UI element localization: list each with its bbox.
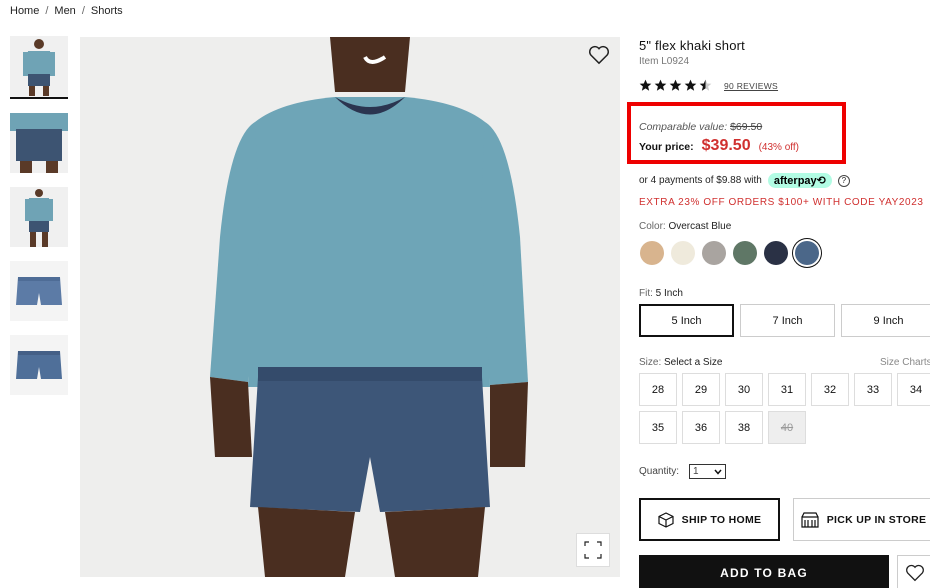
promo-banner: EXTRA 23% OFF ORDERS $100+ WITH CODE YAY… [639, 197, 924, 208]
color-swatch-green[interactable] [733, 241, 757, 265]
star-icon [639, 79, 652, 91]
size-option[interactable]: 31 [768, 373, 806, 406]
add-to-bag-button[interactable]: ADD TO BAG [639, 555, 889, 588]
size-option[interactable]: 30 [725, 373, 763, 406]
thumbnail-list [10, 36, 70, 409]
breadcrumb-men[interactable]: Men [54, 5, 75, 17]
ship-to-home-label: SHIP TO HOME [681, 513, 762, 526]
breadcrumb-separator: / [81, 5, 85, 17]
heart-icon [906, 564, 924, 582]
size-label-text: Size: [639, 357, 662, 368]
thumbnail-image [10, 187, 68, 247]
thumbnail-image [10, 36, 68, 96]
star-icon [654, 79, 667, 91]
fit-label: Fit: 5 Inch [639, 288, 683, 299]
breadcrumb-separator: / [45, 5, 49, 17]
fit-option-7-inch[interactable]: 7 Inch [740, 304, 835, 337]
size-selected: Select a Size [664, 357, 723, 368]
thumbnail-4[interactable] [10, 261, 68, 321]
ship-to-home-button[interactable]: SHIP TO HOME [639, 498, 780, 541]
size-option[interactable]: 33 [854, 373, 892, 406]
discount-percent: (43% off) [758, 142, 799, 153]
color-label: Color: Overcast Blue [639, 221, 731, 232]
fit-option-5-inch[interactable]: 5 Inch [639, 304, 734, 337]
color-swatch-cream[interactable] [671, 241, 695, 265]
color-swatch-overcast-blue[interactable] [795, 241, 819, 265]
breadcrumb-home[interactable]: Home [10, 5, 39, 17]
pick-up-in-store-label: PICK UP IN STORE [826, 513, 927, 526]
heart-icon[interactable] [588, 45, 610, 65]
color-swatch-tan[interactable] [640, 241, 664, 265]
fit-option-9-inch[interactable]: 9 Inch [841, 304, 930, 337]
comparable-value: Comparable value: $69.50 [639, 121, 762, 133]
afterpay-row: or 4 payments of $9.88 with afterpay⟲ ? [639, 173, 850, 188]
size-options: 28 29 30 31 32 33 34 35 36 38 40 [639, 373, 930, 444]
fit-label-text: Fit: [639, 288, 653, 299]
afterpay-text: or 4 payments of $9.88 with [639, 175, 762, 186]
color-label-text: Color: [639, 221, 666, 232]
main-product-image [80, 37, 620, 577]
size-option[interactable]: 38 [725, 411, 763, 444]
item-number: Item L0924 [639, 56, 690, 67]
size-chart-link[interactable]: Size Charts [880, 357, 930, 368]
breadcrumb-shorts[interactable]: Shorts [91, 5, 123, 17]
store-icon [801, 511, 819, 528]
star-icon [684, 79, 697, 91]
size-option[interactable]: 35 [639, 411, 677, 444]
your-price-value: $39.50 [701, 137, 751, 154]
fit-options: 5 Inch 7 Inch 9 Inch [639, 304, 930, 337]
size-option[interactable]: 36 [682, 411, 720, 444]
color-swatch-navy[interactable] [764, 241, 788, 265]
fit-selected: 5 Inch [655, 288, 683, 299]
thumbnail-image [10, 261, 68, 321]
star-icon [669, 79, 682, 91]
pick-up-in-store-button[interactable]: PICK UP IN STORE [793, 498, 930, 541]
thumbnail-2[interactable] [10, 113, 68, 173]
your-price-label: Your price: [639, 141, 694, 153]
color-swatches [640, 241, 819, 265]
chevron-down-icon [714, 469, 722, 475]
reviews-link[interactable]: 90 REVIEWS [724, 81, 778, 91]
thumbnail-image [10, 113, 68, 173]
half-star-icon [699, 79, 712, 91]
quantity-label: Quantity: [639, 466, 680, 477]
wishlist-button[interactable] [897, 555, 930, 588]
quantity-value: 1 [693, 466, 699, 477]
size-option[interactable]: 29 [682, 373, 720, 406]
quantity-row: Quantity: 1 [639, 464, 727, 479]
breadcrumb: Home / Men / Shorts [10, 5, 123, 17]
size-option-unavailable[interactable]: 40 [768, 411, 806, 444]
thumbnail-5[interactable] [10, 335, 68, 395]
fulfillment-options: SHIP TO HOME PICK UP IN STORE [639, 498, 930, 541]
rating: 90 REVIEWS [639, 79, 930, 92]
product-photo [80, 37, 620, 577]
comparable-label: Comparable value: [639, 121, 728, 133]
your-price: Your price: $39.50 (43% off) [639, 137, 799, 155]
size-label: Size: Select a Size [639, 357, 722, 368]
product-info: 5" flex khaki short Item L0924 90 REVIEW… [639, 38, 930, 92]
help-icon[interactable]: ? [837, 174, 850, 187]
size-option[interactable]: 34 [897, 373, 930, 406]
box-icon [658, 511, 674, 528]
thumbnail-3[interactable] [10, 187, 68, 247]
quantity-select[interactable]: 1 [689, 464, 727, 479]
thumbnail-1[interactable] [10, 36, 68, 99]
size-option[interactable]: 32 [811, 373, 849, 406]
thumbnail-image [10, 335, 68, 395]
color-selected: Overcast Blue [668, 221, 732, 232]
size-option[interactable]: 28 [639, 373, 677, 406]
color-swatch-grey[interactable] [702, 241, 726, 265]
afterpay-badge[interactable]: afterpay⟲ [767, 173, 832, 188]
expand-icon[interactable] [576, 533, 610, 567]
comparable-price: $69.50 [730, 121, 763, 133]
product-title: 5" flex khaki short [639, 38, 745, 53]
